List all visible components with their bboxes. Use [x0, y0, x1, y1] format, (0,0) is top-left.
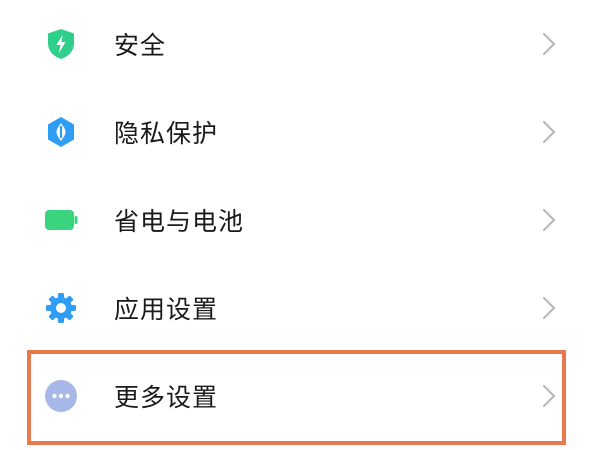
- settings-item-label: 更多设置: [114, 383, 219, 412]
- privacy-icon: [44, 115, 78, 149]
- settings-item-label: 应用设置: [114, 295, 219, 324]
- settings-item-label: 安全: [114, 31, 167, 60]
- settings-list: 安全 隐私保护 省电与电池 应用设置 更多设置: [0, 0, 600, 450]
- chevron-right-icon: [542, 208, 556, 232]
- more-dots-icon: [44, 379, 78, 413]
- chevron-right-icon: [542, 120, 556, 144]
- shield-lightning-icon: [44, 27, 78, 61]
- settings-item-privacy[interactable]: 隐私保护: [0, 88, 600, 176]
- settings-item-security[interactable]: 安全: [0, 0, 600, 88]
- settings-item-battery[interactable]: 省电与电池: [0, 176, 600, 264]
- chevron-right-icon: [542, 32, 556, 56]
- settings-item-more-settings[interactable]: 更多设置: [0, 352, 600, 440]
- chevron-right-icon: [542, 296, 556, 320]
- settings-item-label: 省电与电池: [114, 207, 245, 236]
- chevron-right-icon: [542, 384, 556, 408]
- settings-item-app-settings[interactable]: 应用设置: [0, 264, 600, 352]
- battery-icon: [44, 203, 78, 237]
- settings-item-label: 隐私保护: [114, 119, 219, 148]
- gear-icon: [44, 291, 78, 325]
